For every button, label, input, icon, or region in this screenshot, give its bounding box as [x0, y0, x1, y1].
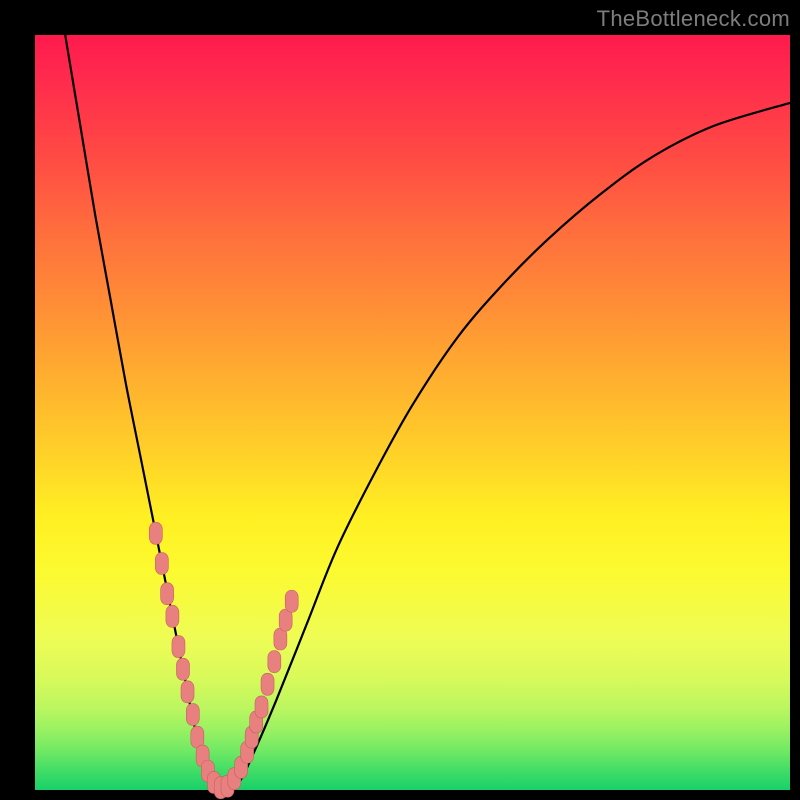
marker [172, 636, 185, 658]
marker [261, 673, 274, 695]
marker [155, 553, 168, 575]
marker [161, 583, 174, 605]
marker [149, 522, 162, 544]
watermark-text: TheBottleneck.com [597, 6, 790, 32]
marker [255, 696, 268, 718]
marker [268, 651, 281, 673]
plot-area [35, 35, 790, 790]
marker [176, 658, 189, 680]
chart-svg [35, 35, 790, 790]
bottleneck-curve [65, 35, 790, 790]
marker [285, 590, 298, 612]
chart-frame: TheBottleneck.com [0, 0, 800, 800]
marker [186, 704, 199, 726]
sample-points [149, 522, 298, 798]
marker [166, 605, 179, 627]
marker [181, 681, 194, 703]
